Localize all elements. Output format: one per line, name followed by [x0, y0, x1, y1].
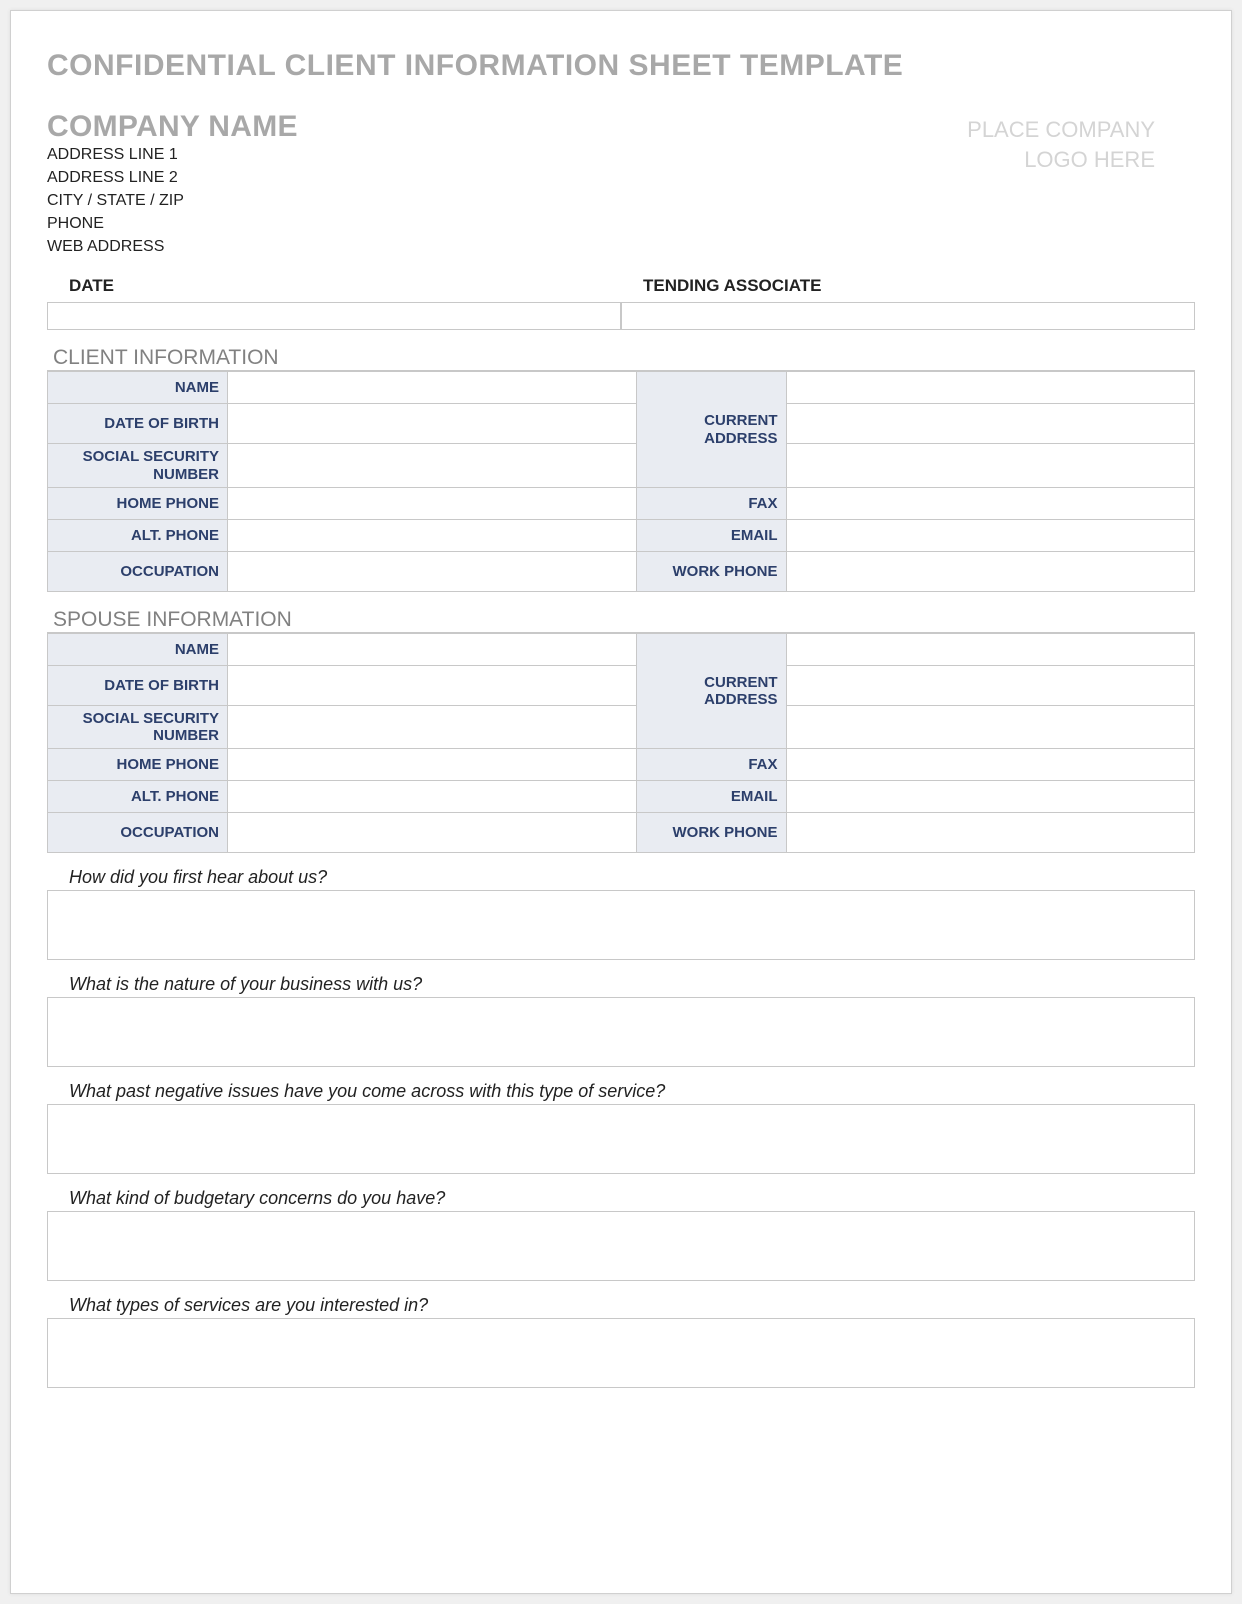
spouse-info-table: NAME CURRENT ADDRESS DATE OF BIRTH SOCIA…	[47, 633, 1195, 854]
client-alt-phone-input[interactable]	[228, 519, 637, 551]
city-state-zip: CITY / STATE / ZIP	[47, 189, 298, 212]
question-5-label: What types of services are you intereste…	[47, 1295, 1195, 1318]
address-line-2: ADDRESS LINE 2	[47, 166, 298, 189]
client-occupation-input[interactable]	[228, 551, 637, 591]
client-home-phone-input[interactable]	[228, 487, 637, 519]
company-block: COMPANY NAME ADDRESS LINE 1 ADDRESS LINE…	[47, 111, 298, 258]
spouse-email-input[interactable]	[786, 781, 1195, 813]
company-phone: PHONE	[47, 212, 298, 235]
client-email-label: EMAIL	[636, 519, 786, 551]
question-3-input[interactable]	[47, 1104, 1195, 1174]
spouse-work-phone-input[interactable]	[786, 813, 1195, 853]
spouse-address-input-2[interactable]	[786, 665, 1195, 705]
spouse-name-label: NAME	[48, 633, 228, 665]
tending-associate-input[interactable]	[621, 302, 1195, 330]
spouse-occupation-label: OCCUPATION	[48, 813, 228, 853]
client-fax-input[interactable]	[786, 487, 1195, 519]
address-line-1: ADDRESS LINE 1	[47, 143, 298, 166]
spouse-fax-label: FAX	[636, 749, 786, 781]
question-1-label: How did you first hear about us?	[47, 867, 1195, 890]
client-name-input[interactable]	[228, 372, 637, 404]
company-name: COMPANY NAME	[47, 111, 298, 143]
client-address-input-2[interactable]	[786, 404, 1195, 444]
spouse-ssn-label: SOCIAL SECURITY NUMBER	[48, 705, 228, 749]
spouse-name-input[interactable]	[228, 633, 637, 665]
document-title: CONFIDENTIAL CLIENT INFORMATION SHEET TE…	[47, 49, 1195, 83]
client-home-phone-label: HOME PHONE	[48, 487, 228, 519]
header-row: COMPANY NAME ADDRESS LINE 1 ADDRESS LINE…	[47, 111, 1195, 258]
spouse-dob-label: DATE OF BIRTH	[48, 665, 228, 705]
company-web: WEB ADDRESS	[47, 235, 298, 258]
client-address-input-1[interactable]	[786, 372, 1195, 404]
client-alt-phone-label: ALT. PHONE	[48, 519, 228, 551]
spouse-occupation-input[interactable]	[228, 813, 637, 853]
spouse-fax-input[interactable]	[786, 749, 1195, 781]
date-label: DATE	[47, 276, 621, 298]
spouse-home-phone-input[interactable]	[228, 749, 637, 781]
spouse-current-address-label: CURRENT ADDRESS	[636, 633, 786, 749]
question-2-input[interactable]	[47, 997, 1195, 1067]
document-page: CONFIDENTIAL CLIENT INFORMATION SHEET TE…	[10, 10, 1232, 1594]
client-section-title: CLIENT INFORMATION	[47, 336, 1195, 371]
question-4-label: What kind of budgetary concerns do you h…	[47, 1188, 1195, 1211]
spouse-address-input-3[interactable]	[786, 705, 1195, 749]
client-work-phone-input[interactable]	[786, 551, 1195, 591]
client-address-input-3[interactable]	[786, 444, 1195, 488]
client-current-address-label: CURRENT ADDRESS	[636, 372, 786, 488]
client-info-table: NAME CURRENT ADDRESS DATE OF BIRTH SOCIA…	[47, 371, 1195, 592]
tending-associate-label: TENDING ASSOCIATE	[621, 276, 1195, 298]
date-input[interactable]	[47, 302, 621, 330]
client-fax-label: FAX	[636, 487, 786, 519]
spouse-alt-phone-label: ALT. PHONE	[48, 781, 228, 813]
question-3-label: What past negative issues have you come …	[47, 1081, 1195, 1104]
logo-placeholder-line2: LOGO HERE	[967, 145, 1155, 175]
client-work-phone-label: WORK PHONE	[636, 551, 786, 591]
question-5-input[interactable]	[47, 1318, 1195, 1388]
question-2-label: What is the nature of your business with…	[47, 974, 1195, 997]
client-occupation-label: OCCUPATION	[48, 551, 228, 591]
client-ssn-input[interactable]	[228, 444, 637, 488]
spouse-section-title: SPOUSE INFORMATION	[47, 598, 1195, 633]
spouse-dob-input[interactable]	[228, 665, 637, 705]
spouse-email-label: EMAIL	[636, 781, 786, 813]
question-1-input[interactable]	[47, 890, 1195, 960]
client-dob-input[interactable]	[228, 404, 637, 444]
spouse-ssn-input[interactable]	[228, 705, 637, 749]
logo-placeholder-line1: PLACE COMPANY	[967, 115, 1155, 145]
date-associate-row: DATE TENDING ASSOCIATE	[47, 276, 1195, 298]
client-email-input[interactable]	[786, 519, 1195, 551]
spouse-address-input-1[interactable]	[786, 633, 1195, 665]
question-4-input[interactable]	[47, 1211, 1195, 1281]
spouse-work-phone-label: WORK PHONE	[636, 813, 786, 853]
logo-placeholder: PLACE COMPANY LOGO HERE	[967, 111, 1195, 174]
spouse-home-phone-label: HOME PHONE	[48, 749, 228, 781]
client-name-label: NAME	[48, 372, 228, 404]
client-dob-label: DATE OF BIRTH	[48, 404, 228, 444]
spouse-alt-phone-input[interactable]	[228, 781, 637, 813]
client-ssn-label: SOCIAL SECURITY NUMBER	[48, 444, 228, 488]
